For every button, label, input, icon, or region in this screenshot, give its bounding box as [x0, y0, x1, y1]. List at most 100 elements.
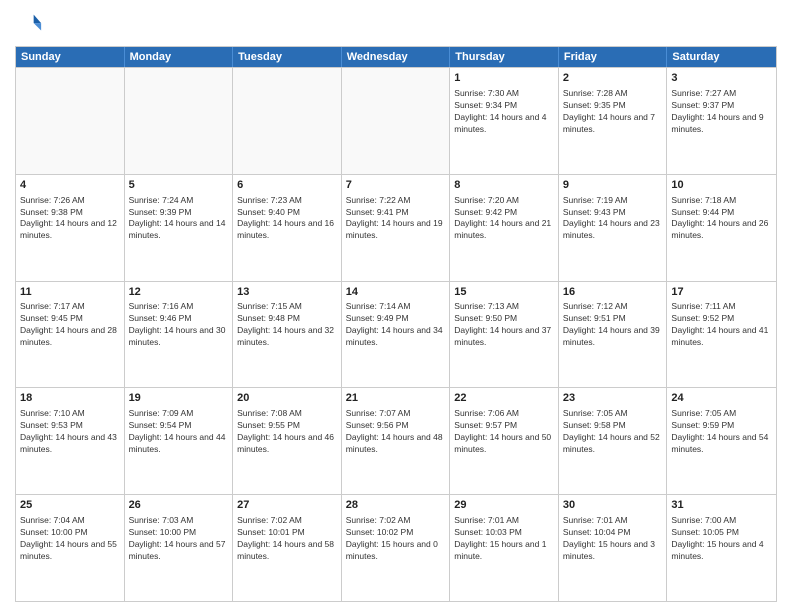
calendar-cell: 7 Sunrise: 7:22 AMSunset: 9:41 PMDaylight… [342, 175, 451, 281]
calendar-cell: 29Sunrise: 7:01 AMSunset: 10:03 PMDaylig… [450, 495, 559, 601]
day-info: Sunrise: 7:24 AMSunset: 9:39 PMDaylight:… [129, 195, 229, 243]
calendar-cell: 12Sunrise: 7:16 AMSunset: 9:46 PMDayligh… [125, 282, 234, 388]
calendar-cell [125, 68, 234, 174]
calendar-cell: 15Sunrise: 7:13 AMSunset: 9:50 PMDayligh… [450, 282, 559, 388]
day-number: 13 [237, 285, 337, 300]
weekday-header: Monday [125, 47, 234, 67]
calendar-cell: 25 Sunrise: 7:04 AMSunset: 10:00 PMDaylig… [16, 495, 125, 601]
calendar-cell: 10Sunrise: 7:18 AMSunset: 9:44 PMDayligh… [667, 175, 776, 281]
calendar-cell: 31 Sunrise: 7:00 AMSunset: 10:05 PMDaylig… [667, 495, 776, 601]
day-info: Sunrise: 7:03 AMSunset: 10:00 PMDaylight… [129, 515, 229, 563]
day-number: 27 [237, 498, 337, 513]
weekday-header: Wednesday [342, 47, 451, 67]
header [15, 10, 777, 38]
calendar-cell: 21 Sunrise: 7:07 AMSunset: 9:56 PMDayligh… [342, 388, 451, 494]
day-info: Sunrise: 7:05 AMSunset: 9:58 PMDaylight:… [563, 408, 663, 456]
day-number: 15 [454, 285, 554, 300]
calendar-cell: 26 Sunrise: 7:03 AMSunset: 10:00 PMDaylig… [125, 495, 234, 601]
weekday-header: Saturday [667, 47, 776, 67]
day-number: 23 [563, 391, 663, 406]
calendar-cell: 30Sunrise: 7:01 AMSunset: 10:04 PMDaylig… [559, 495, 668, 601]
day-number: 30 [563, 498, 663, 513]
calendar-cell: 3 Sunrise: 7:27 AMSunset: 9:37 PMDaylight… [667, 68, 776, 174]
day-number: 2 [563, 71, 663, 86]
day-info: Sunrise: 7:09 AMSunset: 9:54 PMDaylight:… [129, 408, 229, 456]
weekday-header: Thursday [450, 47, 559, 67]
calendar: SundayMondayTuesdayWednesdayThursdayFrid… [15, 46, 777, 602]
day-number: 3 [671, 71, 772, 86]
day-info: Sunrise: 7:11 AMSunset: 9:52 PMDaylight:… [671, 301, 772, 349]
logo-icon [15, 10, 43, 38]
day-info: Sunrise: 7:13 AMSunset: 9:50 PMDaylight:… [454, 301, 554, 349]
calendar-cell: 5 Sunrise: 7:24 AMSunset: 9:39 PMDaylight… [125, 175, 234, 281]
calendar-cell: 8 Sunrise: 7:20 AMSunset: 9:42 PMDaylight… [450, 175, 559, 281]
day-info: Sunrise: 7:20 AMSunset: 9:42 PMDaylight:… [454, 195, 554, 243]
calendar-row: 18 Sunrise: 7:10 AMSunset: 9:53 PMDayligh… [16, 387, 776, 494]
day-info: Sunrise: 7:06 AMSunset: 9:57 PMDaylight:… [454, 408, 554, 456]
day-info: Sunrise: 7:08 AMSunset: 9:55 PMDaylight:… [237, 408, 337, 456]
calendar-cell: 27Sunrise: 7:02 AMSunset: 10:01 PMDaylig… [233, 495, 342, 601]
calendar-cell: 4 Sunrise: 7:26 AMSunset: 9:38 PMDaylight… [16, 175, 125, 281]
calendar-cell: 14Sunrise: 7:14 AMSunset: 9:49 PMDayligh… [342, 282, 451, 388]
weekday-header: Sunday [16, 47, 125, 67]
calendar-cell: 23 Sunrise: 7:05 AMSunset: 9:58 PMDayligh… [559, 388, 668, 494]
day-info: Sunrise: 7:02 AMSunset: 10:02 PMDaylight… [346, 515, 446, 563]
calendar-cell: 18 Sunrise: 7:10 AMSunset: 9:53 PMDayligh… [16, 388, 125, 494]
calendar-row: 4 Sunrise: 7:26 AMSunset: 9:38 PMDaylight… [16, 174, 776, 281]
day-info: Sunrise: 7:10 AMSunset: 9:53 PMDaylight:… [20, 408, 120, 456]
day-info: Sunrise: 7:30 AMSunset: 9:34 PMDaylight:… [454, 88, 554, 136]
calendar-cell: 13Sunrise: 7:15 AMSunset: 9:48 PMDayligh… [233, 282, 342, 388]
day-info: Sunrise: 7:01 AMSunset: 10:03 PMDaylight… [454, 515, 554, 563]
day-info: Sunrise: 7:22 AMSunset: 9:41 PMDaylight:… [346, 195, 446, 243]
calendar-cell [16, 68, 125, 174]
calendar-cell: 9Sunrise: 7:19 AMSunset: 9:43 PMDaylight… [559, 175, 668, 281]
calendar-cell: 1 Sunrise: 7:30 AMSunset: 9:34 PMDaylight… [450, 68, 559, 174]
day-info: Sunrise: 7:27 AMSunset: 9:37 PMDaylight:… [671, 88, 772, 136]
day-number: 24 [671, 391, 772, 406]
day-number: 21 [346, 391, 446, 406]
day-number: 7 [346, 178, 446, 193]
calendar-cell: 20 Sunrise: 7:08 AMSunset: 9:55 PMDayligh… [233, 388, 342, 494]
day-number: 10 [671, 178, 772, 193]
day-info: Sunrise: 7:16 AMSunset: 9:46 PMDaylight:… [129, 301, 229, 349]
day-number: 26 [129, 498, 229, 513]
day-number: 5 [129, 178, 229, 193]
weekday-header: Tuesday [233, 47, 342, 67]
day-info: Sunrise: 7:00 AMSunset: 10:05 PMDaylight… [671, 515, 772, 563]
day-number: 1 [454, 71, 554, 86]
day-number: 19 [129, 391, 229, 406]
day-info: Sunrise: 7:12 AMSunset: 9:51 PMDaylight:… [563, 301, 663, 349]
calendar-row: 25 Sunrise: 7:04 AMSunset: 10:00 PMDaylig… [16, 494, 776, 601]
day-info: Sunrise: 7:04 AMSunset: 10:00 PMDaylight… [20, 515, 120, 563]
day-info: Sunrise: 7:28 AMSunset: 9:35 PMDaylight:… [563, 88, 663, 136]
calendar-cell: 17Sunrise: 7:11 AMSunset: 9:52 PMDayligh… [667, 282, 776, 388]
day-number: 22 [454, 391, 554, 406]
day-info: Sunrise: 7:23 AMSunset: 9:40 PMDaylight:… [237, 195, 337, 243]
calendar-body: 1 Sunrise: 7:30 AMSunset: 9:34 PMDaylight… [16, 67, 776, 601]
calendar-cell: 6Sunrise: 7:23 AMSunset: 9:40 PMDaylight… [233, 175, 342, 281]
calendar-row: 11Sunrise: 7:17 AMSunset: 9:45 PMDayligh… [16, 281, 776, 388]
day-info: Sunrise: 7:26 AMSunset: 9:38 PMDaylight:… [20, 195, 120, 243]
day-number: 18 [20, 391, 120, 406]
day-number: 14 [346, 285, 446, 300]
day-info: Sunrise: 7:14 AMSunset: 9:49 PMDaylight:… [346, 301, 446, 349]
day-info: Sunrise: 7:07 AMSunset: 9:56 PMDaylight:… [346, 408, 446, 456]
day-number: 20 [237, 391, 337, 406]
day-number: 9 [563, 178, 663, 193]
day-number: 25 [20, 498, 120, 513]
day-number: 8 [454, 178, 554, 193]
day-number: 31 [671, 498, 772, 513]
calendar-cell: 2 Sunrise: 7:28 AMSunset: 9:35 PMDaylight… [559, 68, 668, 174]
day-info: Sunrise: 7:15 AMSunset: 9:48 PMDaylight:… [237, 301, 337, 349]
logo [15, 10, 47, 38]
calendar-cell: 28Sunrise: 7:02 AMSunset: 10:02 PMDaylig… [342, 495, 451, 601]
day-number: 4 [20, 178, 120, 193]
day-info: Sunrise: 7:05 AMSunset: 9:59 PMDaylight:… [671, 408, 772, 456]
calendar-cell: 24 Sunrise: 7:05 AMSunset: 9:59 PMDayligh… [667, 388, 776, 494]
page: SundayMondayTuesdayWednesdayThursdayFrid… [0, 0, 792, 612]
day-number: 12 [129, 285, 229, 300]
day-number: 16 [563, 285, 663, 300]
calendar-cell: 11Sunrise: 7:17 AMSunset: 9:45 PMDayligh… [16, 282, 125, 388]
calendar-header: SundayMondayTuesdayWednesdayThursdayFrid… [16, 47, 776, 67]
weekday-header: Friday [559, 47, 668, 67]
